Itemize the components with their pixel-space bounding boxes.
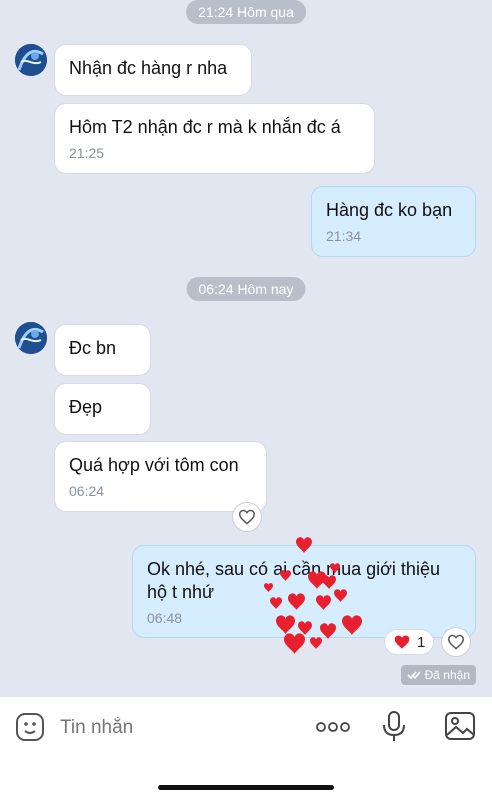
delivery-status-label: Đã nhận [424,668,470,682]
delivery-status: Đã nhận [400,665,476,685]
heart-outline-icon [447,634,465,650]
message-incoming[interactable]: Đc bn [54,324,151,376]
message-text: Quá hợp với tôm con [69,455,239,475]
reaction-count-badge[interactable]: 1 [384,629,435,655]
message-text: Ok nhé, sau có ai cần mua giới thiệu hộ … [147,559,440,602]
message-outgoing[interactable]: Hàng đc ko bạn 21:34 [311,186,476,257]
image-button[interactable] [444,711,476,741]
avatar[interactable] [15,322,47,354]
heart-filled-icon [394,635,410,649]
sticker-icon [16,713,44,741]
message-incoming[interactable]: Đẹp [54,383,151,435]
microphone-icon [383,711,405,741]
message-time: 06:48 [147,610,183,626]
react-heart-button[interactable] [232,502,262,532]
message-text: Hàng đc ko bạn [326,200,453,220]
reaction-count: 1 [417,633,426,651]
message-text: Nhận đc hàng r nha [69,58,228,78]
more-button[interactable] [313,715,353,739]
message-input[interactable] [58,713,292,743]
message-incoming[interactable]: Quá hợp với tôm con 06:24 [54,441,267,512]
react-heart-button[interactable] [441,627,471,657]
sticker-button[interactable] [14,711,46,743]
message-text: Đc bn [69,338,117,358]
message-incoming[interactable]: Hôm T2 nhận đc r mà k nhắn đc á 21:25 [54,103,375,174]
image-icon [445,712,475,740]
message-text: Đẹp [69,397,103,417]
avatar[interactable] [15,44,47,76]
message-outgoing[interactable]: Ok nhé, sau có ai cần mua giới thiệu hộ … [132,545,476,638]
date-separator-yesterday: 21:24 Hôm qua [186,0,306,24]
message-text: Hôm T2 nhận đc r mà k nhắn đc á [69,117,341,137]
message-time: 06:24 [69,483,105,499]
more-dots-icon [316,722,350,732]
message-time: 21:34 [326,228,362,244]
date-separator-today: 06:24 Hôm nay [186,277,306,301]
home-indicator[interactable] [158,785,334,790]
heart-outline-icon [238,509,256,525]
message-time: 21:25 [69,145,105,161]
voice-button[interactable] [380,709,408,743]
composer-row [0,697,492,757]
message-incoming[interactable]: Nhận đc hàng r nha [54,44,252,96]
double-check-icon [407,671,421,680]
